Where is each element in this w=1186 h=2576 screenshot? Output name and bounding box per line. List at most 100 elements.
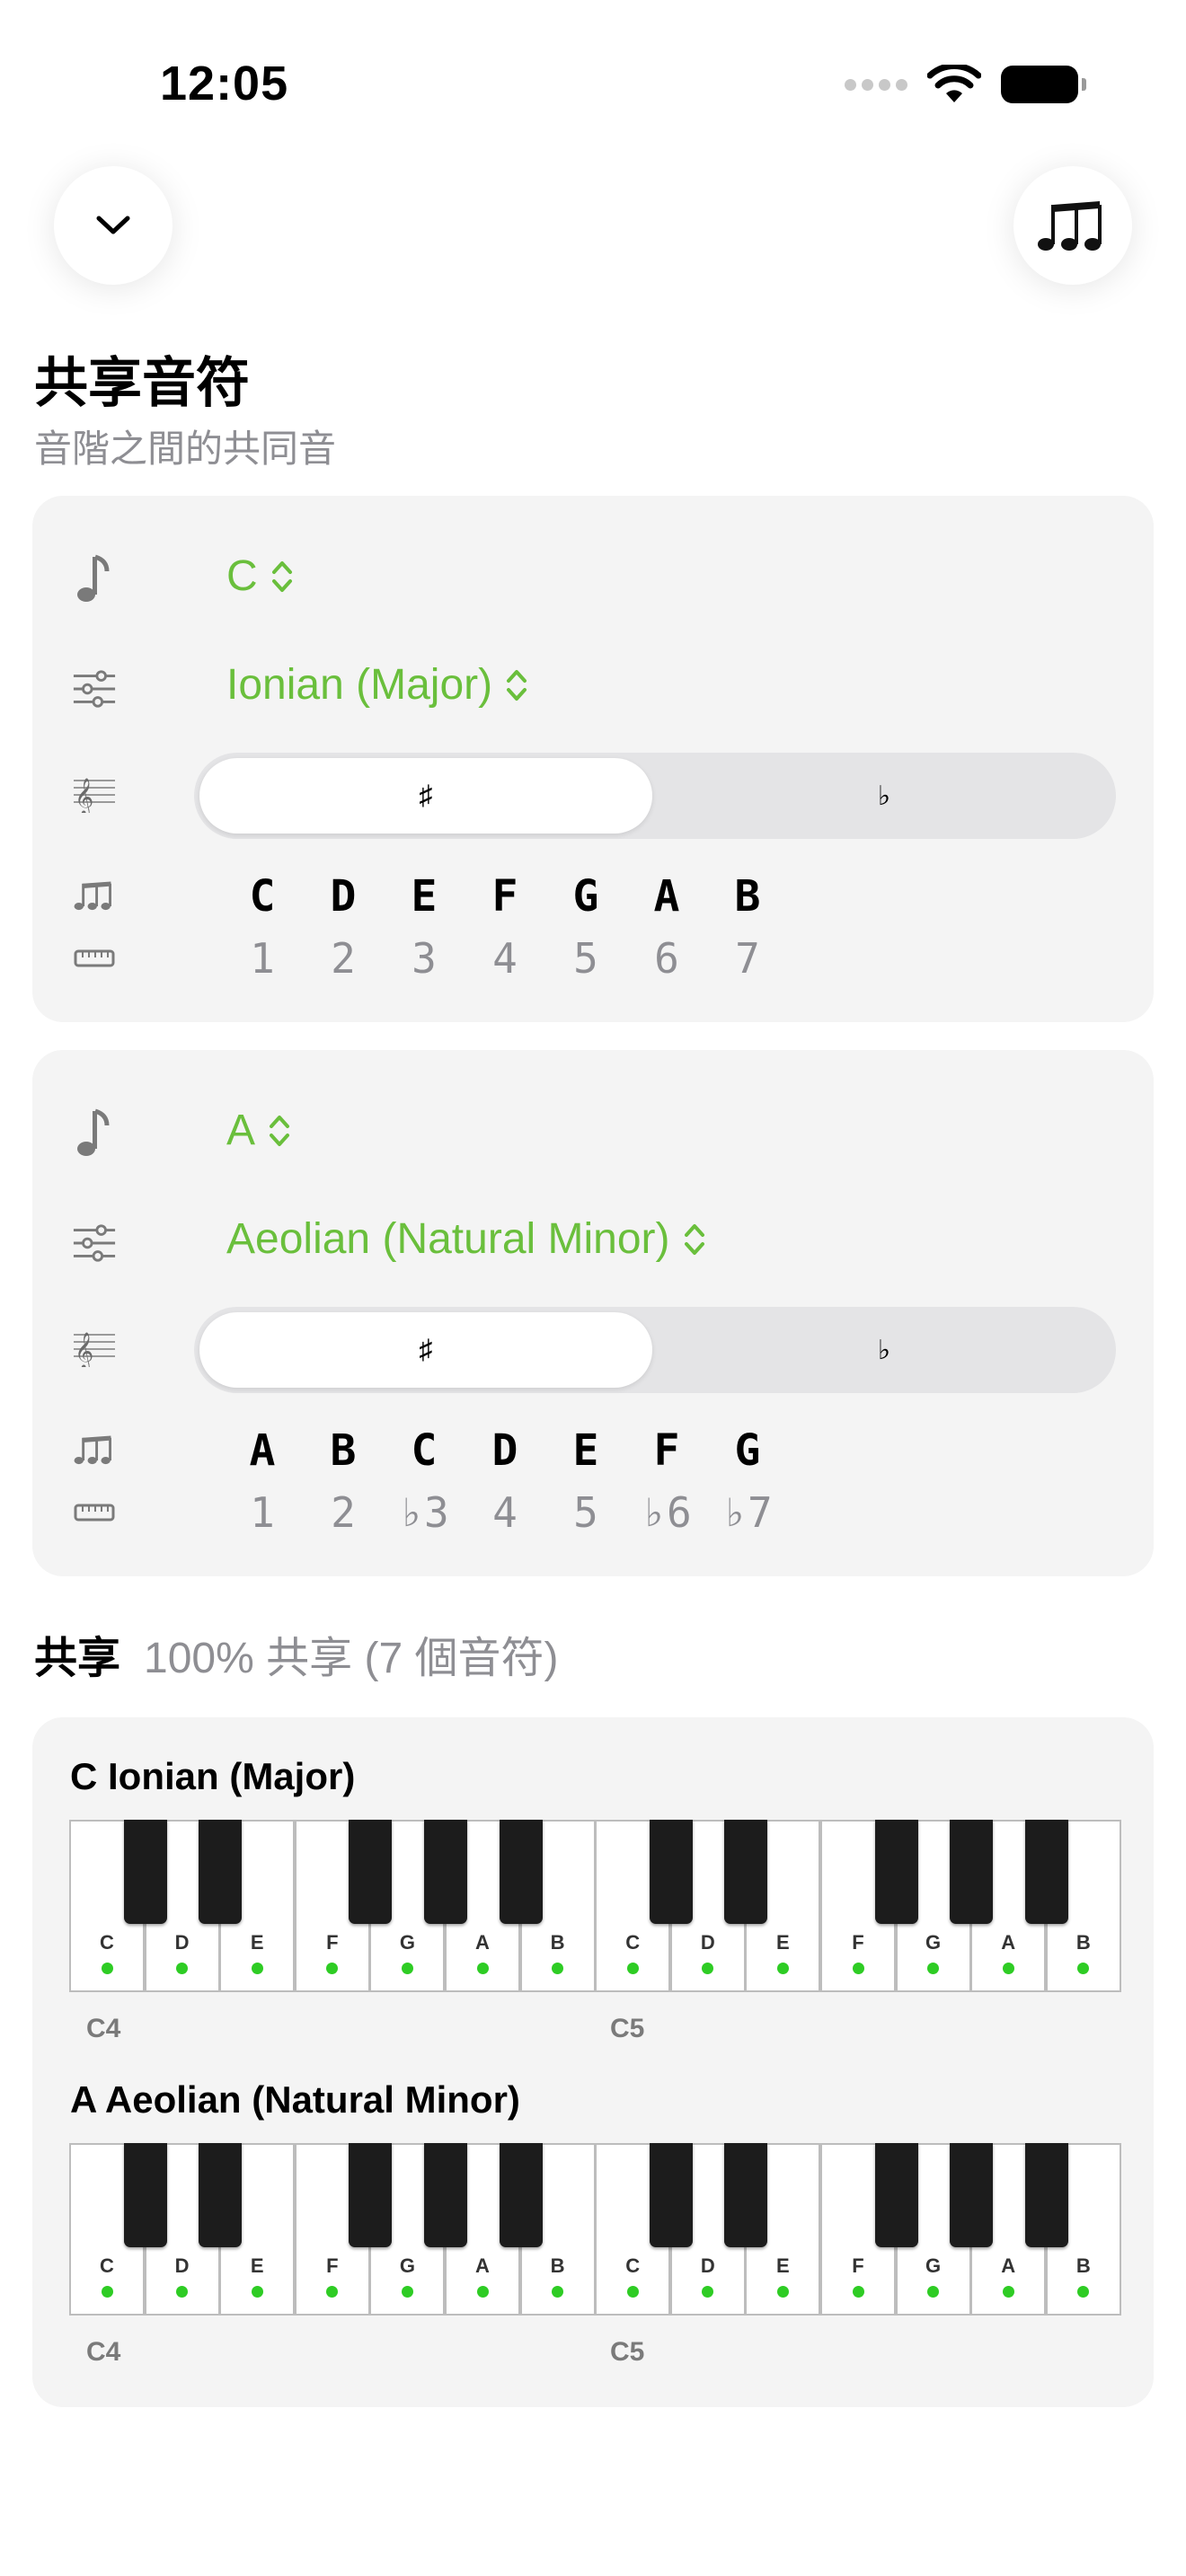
scale-note-dot (176, 2286, 189, 2298)
key-label: D (700, 2254, 715, 2277)
status-bar: 12:05 (0, 0, 1186, 171)
scale-note-dot (101, 1963, 113, 1974)
scale-degree: 2 (331, 1488, 356, 1537)
scale-degree: 3 (412, 934, 437, 983)
key-label: B (1075, 2254, 1091, 2277)
piano-black-key[interactable] (950, 2143, 994, 2247)
piano-black-key[interactable] (499, 1820, 543, 1924)
piano-black-key[interactable] (349, 2143, 393, 2247)
scale-note-dot (176, 1963, 189, 1974)
piano-black-key[interactable] (874, 1820, 918, 1924)
root-note-picker[interactable]: C (226, 551, 294, 601)
scale-note: C (249, 871, 276, 922)
scale-degree: 4 (492, 1488, 518, 1537)
scale-note-dot (326, 1963, 339, 1974)
cellular-signal-icon (845, 78, 907, 91)
chevron-up-down-icon (505, 667, 528, 703)
status-time: 12:05 (160, 57, 289, 110)
key-label: B (1075, 1931, 1091, 1954)
chevron-up-down-icon (268, 1113, 291, 1149)
key-label: C (100, 1931, 114, 1954)
mode-picker[interactable]: Ionian (Major) (226, 660, 528, 710)
collapse-button[interactable] (54, 166, 173, 285)
flat-option[interactable]: ♭ (658, 758, 1111, 834)
mode-value: Aeolian (Natural Minor) (226, 1215, 670, 1263)
piano-black-key[interactable] (199, 2143, 243, 2247)
shared-detail: 100% 共享 (7 個音符) (144, 1635, 559, 1682)
key-label: F (326, 2254, 339, 2277)
key-label: D (174, 1931, 190, 1954)
key-label: F (326, 1931, 339, 1954)
piano-black-key[interactable] (950, 1820, 994, 1924)
key-label: A (1001, 2254, 1016, 2277)
key-label: C (625, 2254, 641, 2277)
mode-picker[interactable]: Aeolian (Natural Minor) (226, 1214, 706, 1264)
piano-black-key[interactable] (1024, 1820, 1068, 1924)
scale-note-dot (251, 2286, 263, 2298)
scale-degree: 7 (735, 934, 760, 983)
scale-note-dot (552, 1963, 564, 1974)
scale-note: F (491, 871, 518, 922)
scale-note-dot (776, 1963, 789, 1974)
piano-black-key[interactable] (649, 1820, 693, 1924)
wifi-icon (927, 65, 981, 102)
accidental-segmented-control[interactable]: ♯ ♭ (194, 753, 1116, 839)
piano-black-key[interactable] (724, 1820, 768, 1924)
piano-keyboard: CDEFGABCDEFGAB (69, 2143, 1155, 2316)
piano-black-key[interactable] (349, 1820, 393, 1924)
scale-note: B (330, 1425, 357, 1476)
piano-black-key[interactable] (424, 1820, 467, 1924)
scale-note-dot (1002, 2286, 1014, 2298)
notes-menu-button[interactable] (1013, 166, 1132, 285)
scale-note: E (572, 1425, 599, 1476)
piano-black-key[interactable] (499, 2143, 543, 2247)
treble-clef-staff-icon: 𝄞 (72, 1325, 117, 1370)
scale-note: D (330, 871, 357, 922)
piano-black-key[interactable] (123, 2143, 167, 2247)
key-label: G (925, 1931, 942, 1954)
piano-keyboard: CDEFGABCDEFGAB (69, 1820, 1155, 1992)
piano-black-key[interactable] (123, 1820, 167, 1924)
sliders-icon (72, 666, 117, 711)
key-label: E (250, 1931, 264, 1954)
music-note-icon (72, 1108, 117, 1156)
treble-clef-staff-icon: 𝄞 (72, 771, 117, 816)
octave-label: C4 (86, 2337, 121, 2367)
key-label: A (475, 1931, 490, 1954)
flat-option[interactable]: ♭ (658, 1312, 1111, 1388)
scale-note: E (411, 871, 438, 922)
key-label: A (1001, 1931, 1016, 1954)
key-label: D (174, 2254, 190, 2277)
accidental-segmented-control[interactable]: ♯ ♭ (194, 1307, 1116, 1393)
piano-black-key[interactable] (1024, 2143, 1068, 2247)
key-label: C (625, 1931, 641, 1954)
octave-label: C5 (610, 2337, 645, 2367)
status-icons (845, 65, 1086, 104)
root-note-picker[interactable]: A (226, 1106, 291, 1155)
scale-note-dot (552, 2286, 564, 2298)
piano-black-key[interactable] (724, 2143, 768, 2247)
piano-black-key[interactable] (649, 2143, 693, 2247)
scale-note-dot (101, 2286, 113, 2298)
chevron-down-icon (96, 216, 130, 234)
ruler-icon (72, 1490, 117, 1535)
sharp-option[interactable]: ♯ (199, 1312, 652, 1388)
scale-degree: ♭3 (399, 1488, 449, 1537)
scale-note-dot (401, 2286, 413, 2298)
piano-black-key[interactable] (199, 1820, 243, 1924)
scale-card-2: A Aeolian (Natural Minor) 𝄞 ♯ ♭ A B C D … (32, 1050, 1154, 1576)
svg-text:𝄞: 𝄞 (75, 1332, 93, 1367)
piano-black-key[interactable] (424, 2143, 467, 2247)
scale-note-dot (476, 1963, 489, 1974)
scale-note: D (491, 1425, 518, 1476)
scale-note-dot (776, 2286, 789, 2298)
piano-black-key[interactable] (874, 2143, 918, 2247)
musical-notes-icon (1038, 201, 1102, 251)
key-label: G (399, 2254, 415, 2277)
sliders-icon (72, 1221, 117, 1266)
scale-note-dot (326, 2286, 339, 2298)
ruler-icon (72, 936, 117, 981)
shared-label: 共享 (34, 1635, 121, 1682)
sharp-option[interactable]: ♯ (199, 758, 652, 834)
keyboard-title: A Aeolian (Natural Minor) (70, 2078, 520, 2121)
